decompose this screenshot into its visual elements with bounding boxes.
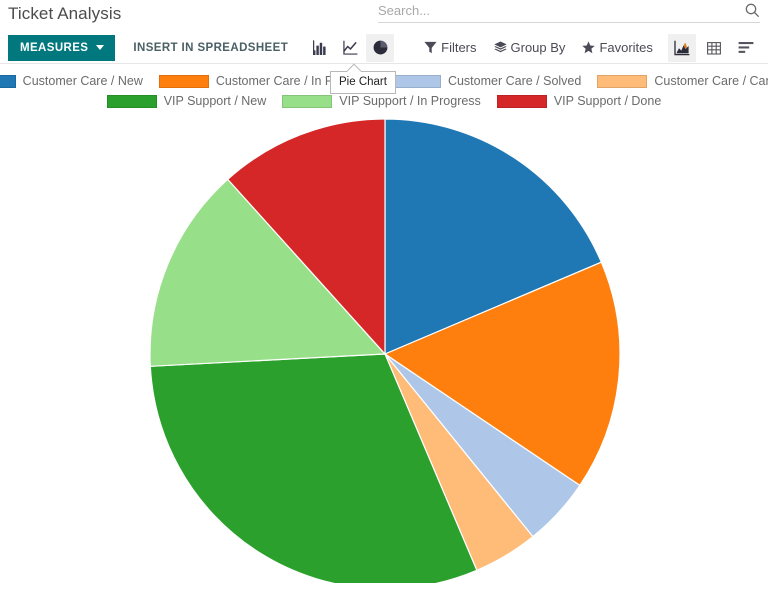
control-panel-toolbar: MEASURES INSERT IN SPREADSHEET Filters G… [0, 32, 768, 64]
pivot-view-icon[interactable] [700, 34, 728, 62]
line-chart-icon[interactable] [336, 34, 364, 62]
legend-label: VIP Support / Done [553, 94, 662, 108]
legend-item-6[interactable]: VIP Support / Done [496, 93, 662, 109]
legend-swatch [597, 74, 648, 88]
legend-swatch [390, 74, 441, 88]
favorites-label: Favorites [599, 40, 653, 55]
pie-chart-tooltip: Pie Chart [330, 71, 396, 94]
legend-item-5[interactable]: VIP Support / In Progress [282, 93, 481, 109]
favorites-menu[interactable]: Favorites [582, 40, 653, 55]
layers-icon [493, 41, 507, 53]
legend-item-3[interactable]: Customer Care / Canceled [597, 73, 768, 89]
chart-type-group [306, 33, 395, 62]
legend-label: VIP Support / New [163, 94, 267, 108]
legend-label: Customer Care / New [22, 74, 143, 88]
group-by-menu[interactable]: Group By [493, 40, 566, 55]
measures-button[interactable]: MEASURES [8, 34, 116, 61]
legend-label: Customer Care / Solved [447, 74, 582, 88]
filters-menu[interactable]: Filters [424, 40, 477, 55]
measures-label: MEASURES [20, 41, 89, 54]
search-bar[interactable] [378, 2, 760, 23]
insert-in-spreadsheet-button[interactable]: INSERT IN SPREADSHEET [133, 42, 288, 54]
pie-chart-svg[interactable] [0, 113, 768, 583]
legend-row-2: VIP Support / New VIP Support / In Progr… [0, 93, 768, 109]
search-icon[interactable] [744, 2, 760, 18]
pie-chart-icon[interactable] [366, 33, 395, 62]
legend-swatch [282, 94, 333, 108]
search-input[interactable] [378, 2, 744, 18]
breadcrumb[interactable]: Ticket Analysis [0, 0, 121, 24]
filters-label: Filters [441, 40, 477, 55]
filter-icon [424, 41, 437, 54]
pivot-graph-view: Ticket Analysis MEASURES INSERT IN SPREA… [0, 0, 768, 597]
list-view-icon[interactable] [732, 34, 760, 62]
group-by-label: Group By [510, 40, 566, 55]
legend-swatch [158, 74, 209, 88]
view-switcher [668, 33, 760, 62]
legend-label: VIP Support / In Progress [339, 94, 481, 108]
pie-chart-canvas[interactable] [0, 113, 768, 583]
legend-swatch [0, 74, 16, 88]
control-panel-header: Ticket Analysis [0, 0, 768, 32]
legend-swatch [106, 94, 157, 108]
filter-menu-group: Filters Group By Favorites [424, 40, 653, 55]
legend-swatch [496, 94, 547, 108]
bar-chart-icon[interactable] [306, 34, 334, 62]
tooltip-arrow [347, 62, 361, 72]
legend-item-2[interactable]: Customer Care / Solved [390, 73, 582, 89]
graph-view-icon[interactable] [668, 33, 696, 62]
legend-item-0[interactable]: Customer Care / New [0, 73, 143, 89]
legend-item-4[interactable]: VIP Support / New [106, 93, 267, 109]
legend-label: Customer Care / Canceled [654, 74, 768, 88]
star-icon [582, 41, 596, 54]
chevron-down-icon [96, 45, 105, 50]
